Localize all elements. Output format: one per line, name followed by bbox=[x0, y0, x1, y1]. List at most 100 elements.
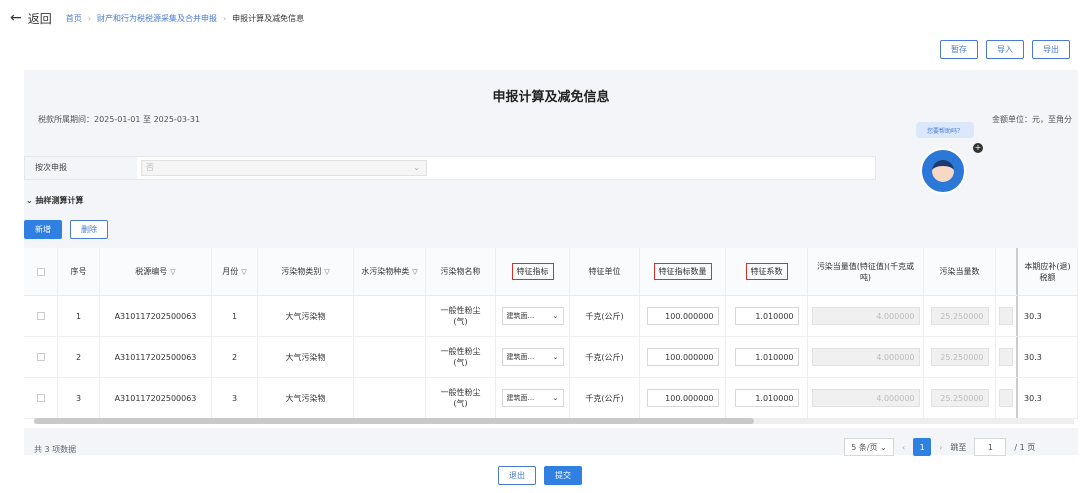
source-cell: A310117202500063 bbox=[100, 337, 212, 377]
prev-page-icon[interactable]: ‹ bbox=[902, 443, 905, 452]
main-panel: 申报计算及减免信息 税款所属期间：2025-01-01 至 2025-03-31… bbox=[24, 70, 1078, 456]
seq-cell: 3 bbox=[58, 378, 100, 418]
unit-cell: 千克(公斤) bbox=[570, 337, 640, 377]
breadcrumb-home[interactable]: 首页 bbox=[66, 13, 82, 24]
water-cell bbox=[354, 337, 426, 377]
coef-input[interactable]: 1.010000 bbox=[734, 348, 799, 366]
row-checkbox[interactable] bbox=[36, 394, 45, 402]
filter-icon[interactable]: ▽ bbox=[412, 268, 417, 276]
filter-icon[interactable]: ▽ bbox=[241, 268, 246, 276]
water-cell bbox=[354, 378, 426, 418]
horizontal-scrollbar[interactable] bbox=[34, 418, 1074, 424]
jump-label: 跳至 bbox=[950, 442, 967, 452]
coef-cell: 1.010000 bbox=[726, 296, 808, 336]
source-cell: A310117202500063 bbox=[100, 378, 212, 418]
chevron-down-icon: ⌄ bbox=[413, 163, 420, 172]
scrollbar-thumb[interactable] bbox=[34, 418, 754, 424]
hidden-field bbox=[999, 348, 1013, 366]
save-button[interactable]: 暂存 bbox=[940, 40, 978, 59]
import-button[interactable]: 导入 bbox=[986, 40, 1024, 59]
header-tax: 本期应补(退)税额 bbox=[1018, 248, 1078, 295]
chevron-down-icon: ⌄ bbox=[552, 394, 559, 402]
table-header: 序号 税源编号 ▽ 月份 ▽ 污染物类别 ▽ 水污染物种类 ▽ 污染物名称 特征指标 特… bbox=[24, 248, 1078, 296]
header-source: 税源编号 ▽ bbox=[100, 248, 212, 295]
page-current[interactable]: 1 bbox=[913, 438, 932, 456]
per-declaration-select[interactable]: 否 ⌄ bbox=[141, 160, 427, 176]
coef-input[interactable]: 1.010000 bbox=[734, 307, 799, 325]
indicator-qty-input[interactable]: 100.000000 bbox=[646, 348, 719, 366]
page-size-select[interactable]: 5 条/页 ⌄ bbox=[844, 438, 894, 456]
qty-cell: 100.000000 bbox=[640, 337, 726, 377]
filter-row: 按次申报 否 ⌄ bbox=[24, 156, 876, 180]
header-indicator: 特征指标 bbox=[496, 248, 570, 295]
delete-button[interactable]: 删除 bbox=[70, 220, 108, 239]
pollutant-cell: 一般性粉尘(气) bbox=[426, 296, 496, 336]
seq-cell: 1 bbox=[58, 296, 100, 336]
help-bubble[interactable]: 您要帮助吗？ bbox=[916, 122, 974, 138]
equiv-num-cell: 25.250000 bbox=[924, 337, 996, 377]
header-seq: 序号 bbox=[58, 248, 100, 295]
hidden-cell bbox=[996, 337, 1018, 377]
filter-icon[interactable]: ▽ bbox=[170, 268, 175, 276]
unit-cell: 千克(公斤) bbox=[570, 296, 640, 336]
export-button[interactable]: 导出 bbox=[1032, 40, 1070, 59]
chevron-down-icon: ⌄ bbox=[552, 353, 559, 361]
equiv-num-cell: 25.250000 bbox=[924, 378, 996, 418]
header-equiv: 污染当量值(特征值)(千克或吨) bbox=[808, 248, 924, 295]
tax-cell: 30.3 bbox=[1018, 296, 1078, 336]
hidden-cell bbox=[996, 378, 1018, 418]
submit-button[interactable]: 提交 bbox=[544, 466, 582, 485]
category-cell: 大气污染物 bbox=[258, 296, 354, 336]
top-bar: ← 返回 首页 › 财产和行为税税源采集及合并申报 › 申报计算及减免信息 bbox=[0, 0, 1080, 36]
equiv-value-field: 4.000000 bbox=[811, 389, 920, 407]
indicator-qty-input[interactable]: 100.000000 bbox=[646, 389, 719, 407]
coef-input[interactable]: 1.010000 bbox=[734, 389, 799, 407]
month-cell: 3 bbox=[212, 378, 258, 418]
filter-icon[interactable]: ▽ bbox=[324, 268, 329, 276]
breadcrumb-collection[interactable]: 财产和行为税税源采集及合并申报 bbox=[97, 13, 217, 24]
row-checkbox[interactable] bbox=[36, 353, 45, 361]
section-title[interactable]: ⌄ 抽样测算计算 bbox=[26, 195, 84, 206]
exit-button[interactable]: 退出 bbox=[498, 466, 536, 485]
table-buttons: 新增 删除 bbox=[24, 220, 108, 239]
toolbar: 暂存 导入 导出 bbox=[940, 40, 1070, 59]
indicator-cell: 建筑面... ⌄ bbox=[496, 378, 570, 418]
indicator-select[interactable]: 建筑面... ⌄ bbox=[501, 348, 564, 366]
select-all-checkbox[interactable] bbox=[36, 267, 45, 276]
equiv-value-field: 4.000000 bbox=[811, 348, 920, 366]
assistant-face bbox=[932, 160, 954, 182]
tax-cell: 30.3 bbox=[1018, 378, 1078, 418]
next-page-icon[interactable]: › bbox=[939, 443, 942, 452]
add-button[interactable]: 新增 bbox=[24, 220, 62, 239]
hidden-field bbox=[999, 307, 1013, 325]
pollutant-cell: 一般性粉尘(气) bbox=[426, 337, 496, 377]
equiv-value-field: 4.000000 bbox=[811, 307, 920, 325]
header-hidden bbox=[996, 248, 1018, 295]
data-table: 序号 税源编号 ▽ 月份 ▽ 污染物类别 ▽ 水污染物种类 ▽ 污染物名称 特征指标 特… bbox=[24, 248, 1078, 428]
equiv-num-field: 25.250000 bbox=[930, 389, 989, 407]
indicator-select[interactable]: 建筑面... ⌄ bbox=[501, 389, 564, 407]
hidden-cell bbox=[996, 296, 1018, 336]
qty-cell: 100.000000 bbox=[640, 378, 726, 418]
assistant-avatar-icon[interactable] bbox=[920, 148, 966, 194]
chevron-down-icon: ⌄ bbox=[552, 312, 559, 320]
unit-cell: 千克(公斤) bbox=[570, 378, 640, 418]
header-coef: 特征系数 bbox=[726, 248, 808, 295]
coef-cell: 1.010000 bbox=[726, 378, 808, 418]
footer: 退出 提交 bbox=[0, 458, 1080, 493]
month-cell: 2 bbox=[212, 337, 258, 377]
equiv-num-field: 25.250000 bbox=[930, 348, 989, 366]
jump-input[interactable]: 1 bbox=[974, 438, 1007, 456]
indicator-qty-input[interactable]: 100.000000 bbox=[646, 307, 719, 325]
header-pollutant: 污染物名称 bbox=[426, 248, 496, 295]
back-button[interactable]: ← 返回 bbox=[10, 10, 52, 27]
equiv-num-cell: 25.250000 bbox=[924, 296, 996, 336]
row-checkbox[interactable] bbox=[36, 312, 45, 320]
indicator-select[interactable]: 建筑面... ⌄ bbox=[501, 307, 564, 325]
page-total: / 1 页 bbox=[1014, 442, 1036, 452]
plus-icon[interactable]: + bbox=[973, 143, 983, 153]
equiv-cell: 4.000000 bbox=[808, 337, 924, 377]
equiv-cell: 4.000000 bbox=[808, 378, 924, 418]
select-cell bbox=[24, 378, 58, 418]
chevron-down-icon: ⌄ bbox=[26, 196, 36, 205]
